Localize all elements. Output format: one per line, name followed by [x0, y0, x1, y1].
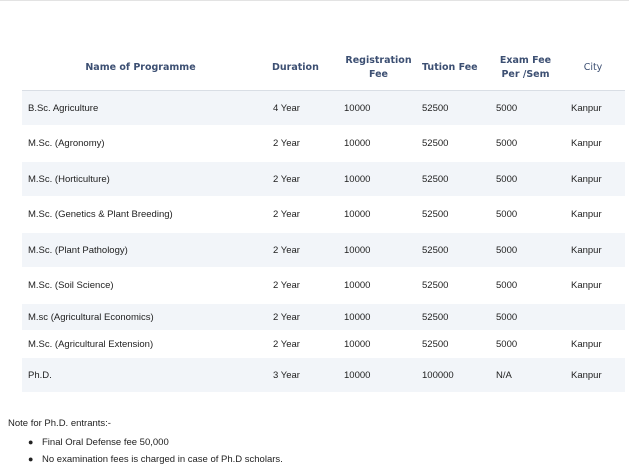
cell-exam-fee: 5000	[490, 125, 561, 162]
cell-programme-name: M.Sc. (Agronomy)	[22, 125, 259, 162]
cell-exam-fee: 5000	[490, 232, 561, 268]
table-row: M.sc (Agricultural Economics) 2 Year 10000…	[22, 303, 625, 331]
cell-exam-fee: N/A	[490, 357, 561, 393]
cell-duration: 4 Year	[259, 90, 339, 126]
table-row: M.Sc. (Soil Science) 2 Year 10000 52500 5000…	[22, 267, 625, 304]
cell-programme-name: M.Sc. (Plant Pathology)	[22, 232, 259, 268]
phd-note: Note for Ph.D. entrants:- ● Final Oral De…	[8, 418, 283, 468]
bullet-icon: ●	[28, 454, 34, 464]
cell-duration: 2 Year	[259, 267, 339, 304]
cell-duration: 2 Year	[259, 125, 339, 162]
table-row: M.Sc. (Agronomy) 2 Year 10000 52500 5000 Kanp…	[22, 125, 625, 162]
cell-tution-fee: 52500	[418, 125, 490, 162]
header-programme-name: Name of Programme	[22, 46, 259, 91]
cell-city: Kanpur	[561, 232, 625, 268]
cell-registration-fee: 10000	[339, 303, 418, 331]
cell-programme-name: M.Sc. (Horticulture)	[22, 161, 259, 197]
cell-programme-name: M.sc (Agricultural Economics)	[22, 303, 259, 331]
table-row: M.Sc. (Horticulture) 2 Year 10000 52500 5000…	[22, 161, 625, 197]
cell-exam-fee: 5000	[490, 330, 561, 358]
cell-registration-fee: 10000	[339, 196, 418, 233]
cell-tution-fee: 52500	[418, 232, 490, 268]
cell-registration-fee: 10000	[339, 161, 418, 197]
cell-registration-fee: 10000	[339, 330, 418, 358]
cell-exam-fee: 5000	[490, 161, 561, 197]
cell-registration-fee: 10000	[339, 125, 418, 162]
cell-city: Kanpur	[561, 161, 625, 197]
cell-city: Kanpur	[561, 196, 625, 233]
cell-exam-fee: 5000	[490, 90, 561, 126]
bullet-icon: ●	[28, 437, 34, 447]
cell-programme-name: M.Sc. (Agricultural Extension)	[22, 330, 259, 358]
cell-exam-fee: 5000	[490, 303, 561, 331]
cell-tution-fee: 52500	[418, 330, 490, 358]
fee-table: Name of Programme Duration Registration …	[22, 46, 625, 393]
cell-tution-fee: 52500	[418, 196, 490, 233]
cell-duration: 2 Year	[259, 196, 339, 233]
cell-city: Kanpur	[561, 267, 625, 304]
table-row: Ph.D. 3 Year 10000 100000 N/A Kanpur	[22, 357, 625, 393]
note-item: ● Final Oral Defense fee 50,000	[28, 434, 283, 451]
cell-tution-fee: 52500	[418, 90, 490, 126]
cell-programme-name: Ph.D.	[22, 357, 259, 393]
cell-tution-fee: 100000	[418, 357, 490, 393]
cell-duration: 3 Year	[259, 357, 339, 393]
note-item: ● No examination fees is charged in case …	[28, 451, 283, 468]
cell-registration-fee: 10000	[339, 90, 418, 126]
note-title: Note for Ph.D. entrants:-	[8, 418, 111, 429]
note-list: ● Final Oral Defense fee 50,000 ● No exami…	[8, 434, 283, 468]
cell-programme-name: M.Sc. (Genetics & Plant Breeding)	[22, 196, 259, 233]
cell-city: Kanpur	[561, 90, 625, 126]
cell-registration-fee: 10000	[339, 232, 418, 268]
table-row: M.Sc. (Agricultural Extension) 2 Year 1000…	[22, 330, 625, 358]
top-divider	[0, 0, 629, 1]
cell-duration: 2 Year	[259, 303, 339, 331]
header-exam-fee: Exam Fee Per /Sem	[490, 46, 561, 91]
table-row: M.Sc. (Genetics & Plant Breeding) 2 Year 1…	[22, 196, 625, 233]
cell-programme-name: B.Sc. Agriculture	[22, 90, 259, 126]
cell-duration: 2 Year	[259, 330, 339, 358]
fee-table-container: Name of Programme Duration Registration …	[22, 46, 625, 393]
table-row: M.Sc. (Plant Pathology) 2 Year 10000 52500 5…	[22, 232, 625, 268]
cell-programme-name: M.Sc. (Soil Science)	[22, 267, 259, 304]
cell-city: Kanpur	[561, 357, 625, 393]
cell-tution-fee: 52500	[418, 303, 490, 331]
cell-city: Kanpur	[561, 330, 625, 358]
cell-tution-fee: 52500	[418, 267, 490, 304]
table-header-row: Name of Programme Duration Registration …	[22, 46, 625, 91]
cell-registration-fee: 10000	[339, 267, 418, 304]
cell-exam-fee: 5000	[490, 267, 561, 304]
header-duration: Duration	[259, 46, 339, 91]
cell-duration: 2 Year	[259, 161, 339, 197]
header-city: City	[561, 46, 625, 91]
cell-duration: 2 Year	[259, 232, 339, 268]
cell-tution-fee: 52500	[418, 161, 490, 197]
header-tution-fee: Tution Fee	[418, 46, 490, 91]
header-registration-fee: Registration Fee	[339, 46, 418, 91]
cell-registration-fee: 10000	[339, 357, 418, 393]
cell-exam-fee: 5000	[490, 196, 561, 233]
cell-city	[561, 303, 625, 331]
table-row: B.Sc. Agriculture 4 Year 10000 52500 5000 Kan…	[22, 90, 625, 126]
cell-city: Kanpur	[561, 125, 625, 162]
